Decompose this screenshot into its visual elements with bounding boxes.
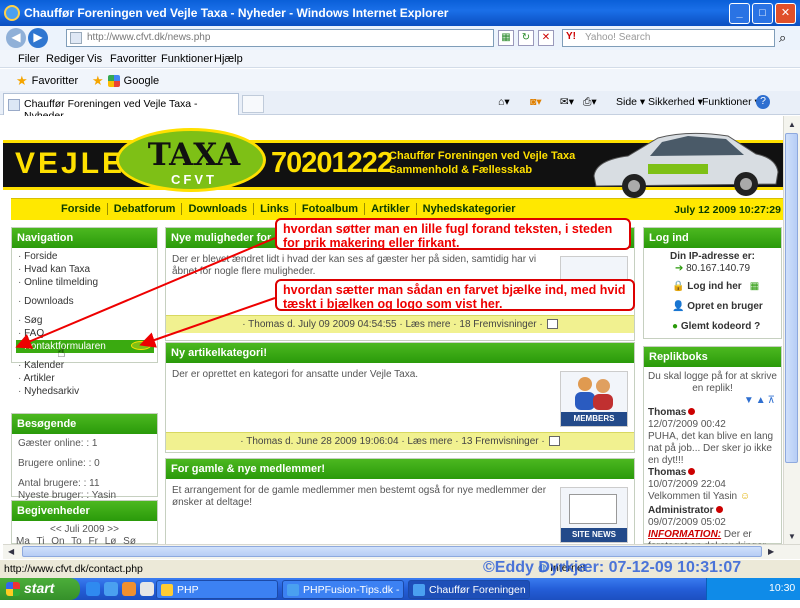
tab-row: Chauffør Foreningen ved Vejle Taxa - Nyh… — [0, 91, 800, 122]
back-arrow-icon[interactable]: ◀ — [6, 28, 26, 48]
favorites-label: Favoritter — [31, 75, 79, 87]
sikkerhed-menu[interactable]: Sikkerhed ▾ — [648, 96, 703, 108]
ie-quicklaunch-icon[interactable] — [86, 582, 100, 596]
add-favorite-icon: ★ — [92, 73, 104, 88]
menu-hjaelp[interactable]: Hjælp — [214, 53, 243, 65]
ie-icon — [287, 584, 299, 596]
search-input[interactable]: Y! Yahoo! Search — [562, 29, 775, 47]
google-label: Google — [123, 75, 160, 87]
menu-filer[interactable]: Filer — [18, 53, 39, 65]
watermark: ©Eddy Dyrkjær: 07-12-09 10:31:07 — [483, 559, 742, 576]
window-controls: _ □ ✕ — [729, 3, 796, 24]
tab-nyheder[interactable]: Chauffør Foreningen ved Vejle Taxa - Nyh… — [3, 93, 239, 122]
print-icon[interactable]: ⎙▾ — [583, 96, 597, 109]
task-phpfusion-label: PHPFusion-Tips.dk - ... — [303, 584, 400, 608]
minimize-button[interactable]: _ — [729, 3, 750, 24]
google-icon — [107, 75, 120, 87]
menu-favoritter[interactable]: Favoritter — [110, 53, 156, 65]
menu-vis[interactable]: Vis — [87, 53, 102, 65]
stop-icon[interactable]: ✕ — [538, 30, 554, 46]
task-php[interactable]: PHP — [156, 580, 278, 599]
clock[interactable]: 10:30 — [769, 582, 795, 594]
taskbar: start PHP PHPFusion-Tips.dk - ... Chauff… — [0, 578, 800, 608]
system-tray: 10:30 — [706, 578, 800, 600]
funktioner-menu[interactable]: Funktioner ▾ — [702, 96, 760, 108]
task-chauffor-label: Chauffør Foreningen ... — [429, 584, 526, 608]
menu-bar: Filer Rediger Vis Favoritter Funktioner … — [0, 50, 800, 68]
home-icon[interactable]: ⌂▾ — [498, 96, 510, 108]
annotation-arrows — [15, 237, 276, 349]
star-icon: ★ — [16, 73, 28, 88]
maximize-button[interactable]: □ — [752, 3, 773, 24]
scroll-right-icon[interactable]: ▶ — [768, 547, 774, 556]
ie-quicklaunch-icon-2[interactable] — [104, 582, 118, 596]
windows-flag-icon — [6, 582, 20, 596]
page-icon — [8, 99, 20, 111]
task-chauffor[interactable]: Chauffør Foreningen ... — [408, 580, 530, 608]
compat-icon[interactable]: ▦ — [498, 30, 514, 46]
refresh-icon[interactable]: ↻ — [518, 30, 534, 46]
arrow-to-bar — [139, 297, 276, 348]
ie-window: Chauffør Foreningen ved Vejle Taxa - Nyh… — [0, 0, 800, 608]
start-button[interactable]: start — [0, 578, 80, 600]
ie-logo-icon — [4, 5, 20, 21]
scroll-down-icon[interactable]: ▼ — [788, 532, 796, 541]
search-icon[interactable]: ⌕ — [779, 30, 786, 46]
favorites-button[interactable]: ★ Favoritter — [16, 73, 78, 89]
task-php-label: PHP — [177, 584, 199, 596]
ie-icon — [413, 584, 425, 596]
forward-arrow-icon[interactable]: ▶ — [28, 28, 48, 48]
help-icon[interactable]: ? — [756, 95, 770, 109]
desktop-icon[interactable] — [140, 582, 154, 596]
yahoo-icon: Y! — [566, 31, 576, 42]
address-toolbar: ◀ ▶ http://www.cfvt.dk/news.php ▦ ↻ ✕ Y!… — [0, 26, 800, 50]
page-icon — [70, 32, 82, 44]
new-tab-button[interactable] — [242, 95, 264, 113]
feeds-icon[interactable]: ◙▾ — [530, 96, 542, 108]
page-viewport: VEJLE TAXA CFVT 70201222 Chauffør Foreni… — [3, 116, 783, 544]
firefox-icon[interactable] — [122, 582, 136, 596]
menu-rediger[interactable]: Rediger — [46, 53, 85, 65]
task-phpfusion[interactable]: PHPFusion-Tips.dk - ... — [282, 580, 404, 608]
search-placeholder: Yahoo! Search — [585, 32, 651, 43]
window-title: Chauffør Foreningen ved Vejle Taxa - Nyh… — [24, 6, 449, 20]
mail-icon[interactable]: ✉▾ — [560, 96, 574, 108]
close-button[interactable]: ✕ — [775, 3, 796, 24]
vertical-scroll-thumb[interactable] — [785, 133, 798, 463]
horizontal-scroll-thumb[interactable] — [22, 546, 762, 557]
mouse-cursor-icon: ☝ — [57, 344, 66, 360]
side-menu[interactable]: Side ▾ — [616, 96, 645, 108]
title-bar: Chauffør Foreningen ved Vejle Taxa - Nyh… — [0, 0, 800, 26]
address-url: http://www.cfvt.dk/news.php — [87, 32, 211, 43]
address-input[interactable]: http://www.cfvt.dk/news.php — [66, 29, 494, 47]
scroll-left-icon[interactable]: ◀ — [8, 547, 14, 556]
google-link[interactable]: ★ Google — [92, 73, 159, 89]
scroll-up-icon[interactable]: ▲ — [788, 120, 796, 129]
folder-icon — [161, 584, 173, 596]
menu-funktioner[interactable]: Funktioner — [161, 53, 213, 65]
favorites-bar: ★ Favoritter ★ Google — [0, 69, 800, 91]
arrow-to-bullet — [15, 237, 276, 349]
status-url: http://www.cfvt.dk/contact.php — [4, 563, 143, 575]
start-label: start — [24, 580, 55, 596]
